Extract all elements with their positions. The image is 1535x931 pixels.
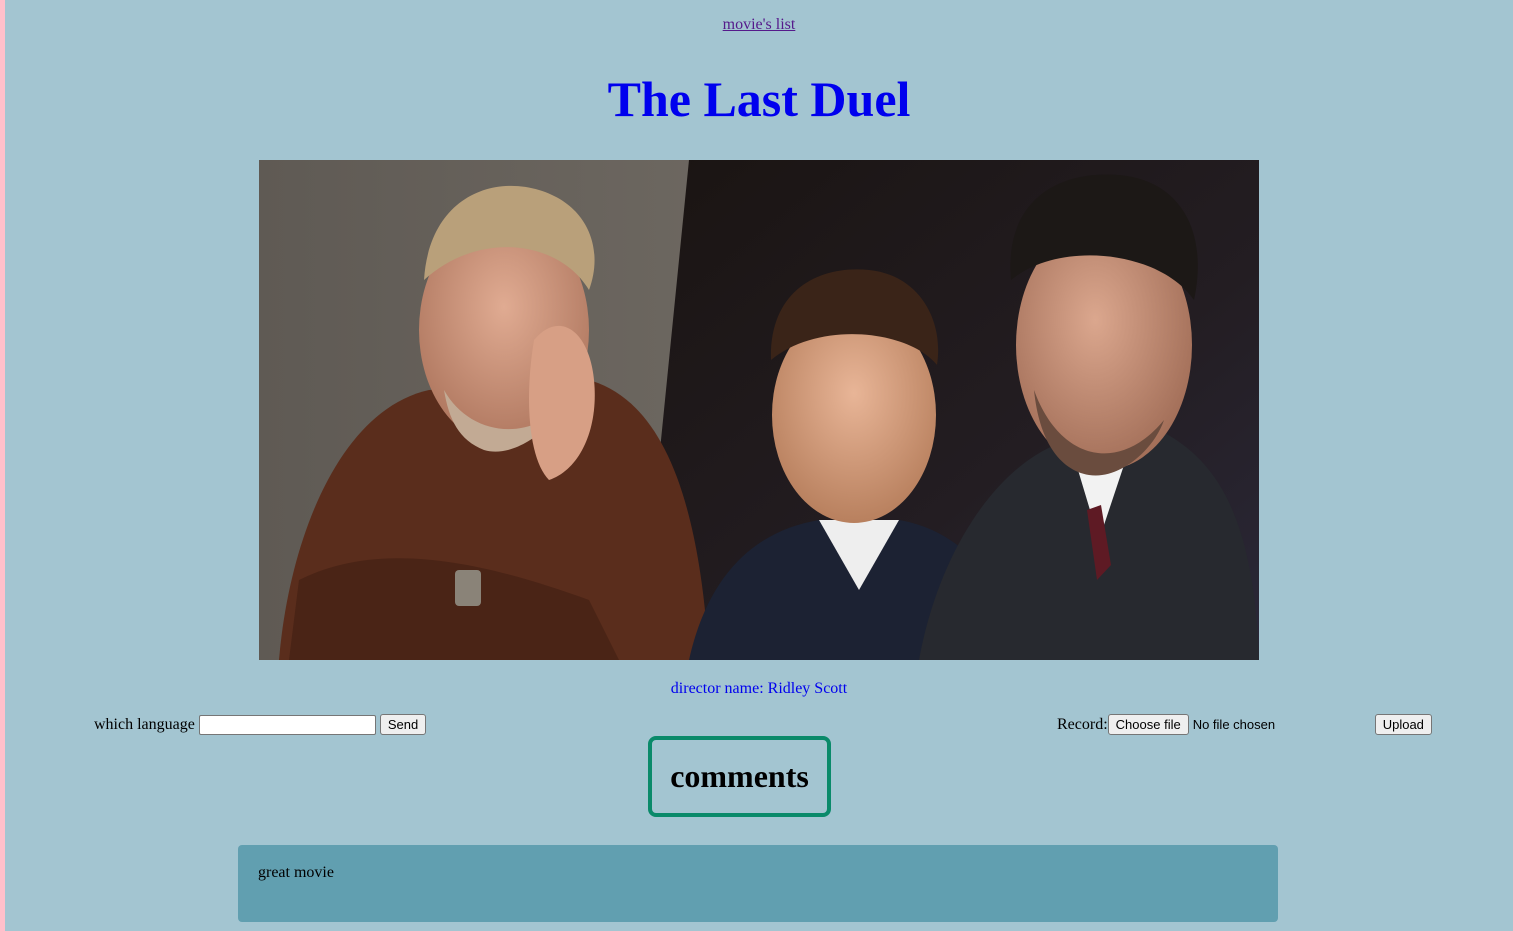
comment-text: great movie — [258, 864, 334, 881]
language-label: which language — [94, 715, 195, 733]
choose-file-button[interactable]: Choose file — [1107, 714, 1189, 735]
upload-button[interactable]: Upload — [1374, 714, 1432, 735]
page-container: movie's list The Last Duel director name… — [5, 0, 1513, 931]
movie-poster-image — [259, 160, 1259, 660]
record-form: Record: Choose file No file chosen Uploa… — [1057, 714, 1432, 735]
send-button[interactable]: Send — [379, 714, 427, 735]
director-name: director name: Ridley Scott — [670, 680, 848, 697]
comment-card: great movie — [238, 845, 1278, 922]
top-nav: movie's list — [5, 16, 1513, 34]
language-form: which language Send — [94, 714, 427, 735]
comments-heading: comments — [648, 736, 831, 817]
movie-title: The Last Duel — [607, 71, 911, 127]
file-status-text: No file chosen — [1192, 717, 1276, 732]
movies-list-link[interactable]: movie's list — [723, 16, 796, 33]
record-label: Record: — [1057, 715, 1108, 733]
language-input[interactable] — [198, 714, 376, 735]
